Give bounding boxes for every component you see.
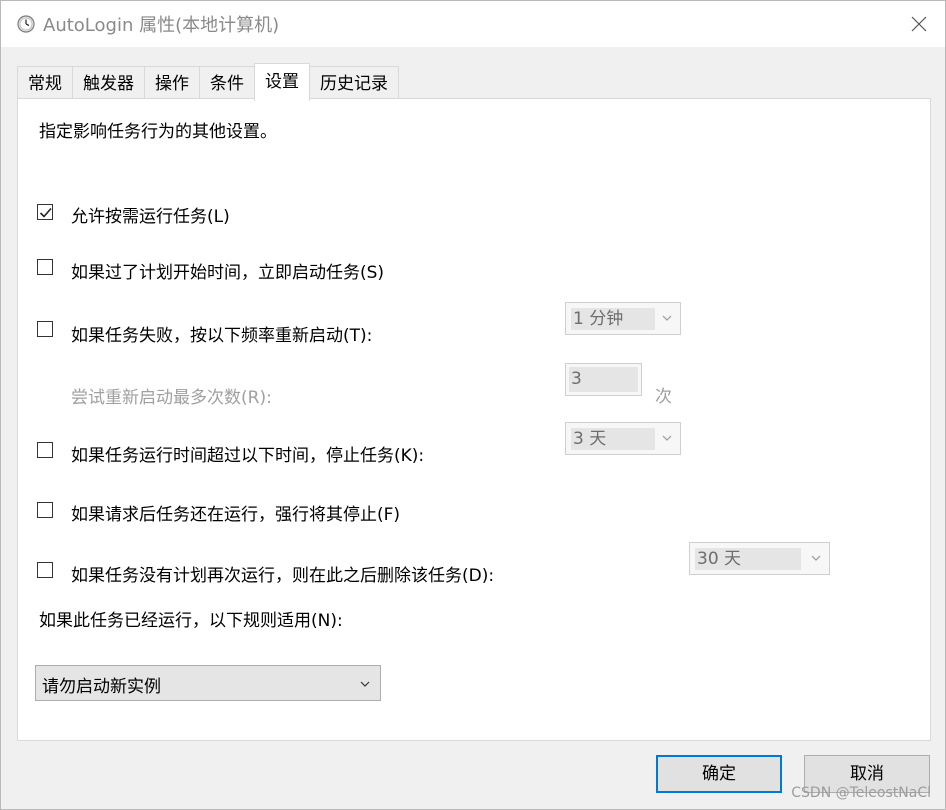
tab-general[interactable]: 常规 bbox=[17, 66, 73, 101]
already-running-rule-label: 如果此任务已经运行，以下规则适用(N): bbox=[39, 611, 343, 631]
tab-conditions[interactable]: 条件 bbox=[199, 66, 255, 101]
already-running-rule-value: 请勿启动新实例 bbox=[42, 677, 161, 697]
settings-panel: 指定影响任务行为的其他设置。 允许按需运行任务(L) 如果过了计划开始时间，立即… bbox=[17, 98, 931, 741]
force-stop-checkbox[interactable] bbox=[37, 502, 53, 518]
delete-duration-value: 30 天 bbox=[695, 548, 801, 570]
already-running-rule-dropdown[interactable]: 请勿启动新实例 bbox=[35, 665, 381, 701]
chevron-down-icon bbox=[662, 435, 672, 441]
tab-history[interactable]: 历史记录 bbox=[309, 66, 399, 101]
ok-button[interactable]: 确定 bbox=[656, 755, 782, 793]
tab-strip: 常规 触发器 操作 条件 设置 历史记录 bbox=[17, 63, 399, 101]
run-asap-checkbox[interactable] bbox=[37, 259, 53, 275]
clock-icon bbox=[17, 15, 35, 33]
tab-settings[interactable]: 设置 bbox=[254, 63, 310, 101]
close-button[interactable] bbox=[901, 7, 937, 41]
stop-if-longer-checkbox[interactable] bbox=[37, 442, 53, 458]
stop-if-longer-label: 如果任务运行时间超过以下时间，停止任务(K): bbox=[71, 446, 425, 466]
allow-on-demand-label: 允许按需运行任务(L) bbox=[71, 207, 230, 227]
allow-on-demand-checkbox[interactable] bbox=[37, 204, 53, 220]
watermark: CSDN @TeleostNaCl bbox=[791, 785, 931, 801]
restart-interval-value: 1 分钟 bbox=[571, 308, 655, 330]
stop-duration-value: 3 天 bbox=[571, 428, 655, 450]
restart-attempts-input[interactable]: 3 bbox=[565, 363, 642, 396]
properties-dialog: AutoLogin 属性(本地计算机) 常规 触发器 操作 条件 设置 历史记录… bbox=[0, 0, 946, 810]
delete-if-not-scheduled-checkbox[interactable] bbox=[37, 562, 53, 578]
restart-attempts-label: 尝试重新启动最多次数(R): bbox=[71, 388, 272, 408]
restart-interval-dropdown[interactable]: 1 分钟 bbox=[565, 302, 681, 335]
chevron-down-icon bbox=[360, 681, 370, 687]
chevron-down-icon bbox=[811, 555, 821, 561]
settings-description: 指定影响任务行为的其他设置。 bbox=[39, 122, 277, 142]
stop-duration-dropdown[interactable]: 3 天 bbox=[565, 422, 681, 455]
chevron-down-icon bbox=[662, 315, 672, 321]
delete-duration-dropdown[interactable]: 30 天 bbox=[689, 542, 830, 575]
restart-on-fail-label: 如果任务失败，按以下频率重新启动(T): bbox=[71, 326, 373, 346]
title-bar: AutoLogin 属性(本地计算机) bbox=[1, 1, 945, 47]
run-asap-label: 如果过了计划开始时间，立即启动任务(S) bbox=[71, 263, 385, 283]
window-title: AutoLogin 属性(本地计算机) bbox=[43, 15, 280, 36]
restart-attempts-value: 3 bbox=[569, 367, 638, 392]
checkmark-icon bbox=[39, 207, 52, 218]
delete-if-not-scheduled-label: 如果任务没有计划再次运行，则在此之后删除该任务(D): bbox=[71, 566, 495, 586]
force-stop-label: 如果请求后任务还在运行，强行将其停止(F) bbox=[71, 505, 401, 525]
restart-on-fail-checkbox[interactable] bbox=[37, 321, 53, 337]
tab-actions[interactable]: 操作 bbox=[144, 66, 200, 101]
tab-triggers[interactable]: 触发器 bbox=[72, 66, 145, 101]
restart-attempts-unit: 次 bbox=[655, 387, 672, 407]
close-icon bbox=[911, 16, 927, 32]
